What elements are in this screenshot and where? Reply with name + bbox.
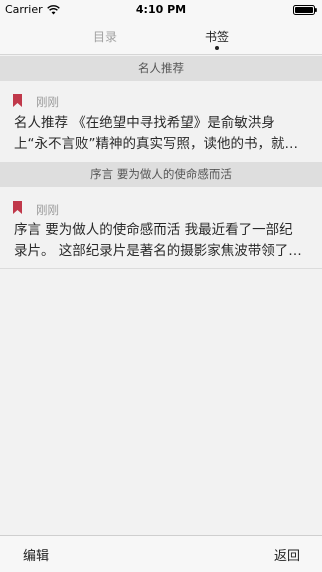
bookmark-flag-icon: [13, 94, 22, 107]
bookmark-excerpt-line: 录片。 这部纪录片是著名的摄影家焦波带领了…: [14, 243, 302, 259]
bookmark-flag-icon: [13, 201, 22, 214]
bookmark-time: 刚刚: [36, 203, 59, 217]
bookmark-section-header: 序言 要为做人的使命感而活: [0, 162, 322, 187]
list-divider: [0, 268, 322, 269]
bookmark-excerpt-line: 序言 要为做人的使命感而活 我最近看了一部纪: [14, 222, 293, 238]
bookmark-section-header: 名人推荐: [0, 56, 322, 81]
bookmark-item[interactable]: 刚刚 名人推荐 《在绝望中寻找希望》是俞敏洪身 上“永不言败”精神的真实写照，读…: [0, 81, 322, 162]
back-button[interactable]: 返回: [274, 545, 300, 564]
tab-bar: 目录 书签: [0, 20, 322, 55]
status-time: 4:10 PM: [135, 3, 187, 16]
status-bar: Carrier 4:10 PM: [0, 0, 322, 20]
edit-button[interactable]: 编辑: [23, 545, 49, 564]
active-tab-indicator: [215, 46, 219, 50]
bookmark-excerpt: 名人推荐 《在绝望中寻找希望》是俞敏洪身 上“永不言败”精神的真实写照，读他的书…: [14, 113, 310, 155]
bookmark-excerpt-line: 上“永不言败”精神的真实写照，读他的书，就…: [14, 136, 298, 152]
bottom-toolbar: 编辑 返回: [0, 535, 322, 572]
tab-table-of-contents[interactable]: 目录: [93, 28, 117, 45]
battery-icon: [293, 5, 317, 15]
bookmark-excerpt-line: 名人推荐 《在绝望中寻找希望》是俞敏洪身: [14, 115, 275, 131]
bookmark-time: 刚刚: [36, 95, 59, 109]
tab-bookmarks[interactable]: 书签: [205, 28, 229, 45]
bookmark-item[interactable]: 刚刚 序言 要为做人的使命感而活 我最近看了一部纪 录片。 这部纪录片是著名的摄…: [0, 187, 322, 268]
bookmark-excerpt: 序言 要为做人的使命感而活 我最近看了一部纪 录片。 这部纪录片是著名的摄影家焦…: [14, 220, 310, 262]
